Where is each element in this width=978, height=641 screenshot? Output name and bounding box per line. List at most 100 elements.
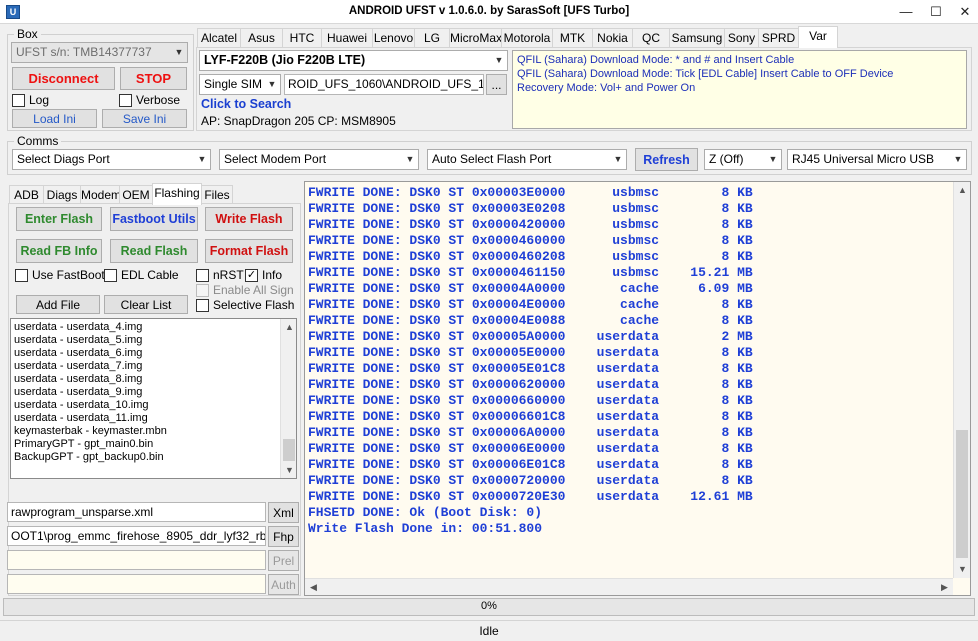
scroll-up-icon[interactable]: ▲ xyxy=(954,182,970,199)
read-flash-button[interactable]: Read Flash xyxy=(110,239,198,263)
log-console[interactable]: FWRITE DONE: DSK0 ST 0x00003E0000 usbmsc… xyxy=(304,181,971,596)
write-flash-button[interactable]: Write Flash xyxy=(205,207,293,231)
nrst-label: nRST xyxy=(213,268,244,282)
xml-path-input[interactable]: rawprogram_unsparse.xml xyxy=(7,502,266,522)
log-horizontal-scrollbar[interactable]: ◀ ▶ xyxy=(305,578,953,595)
log-checkbox[interactable]: Log xyxy=(12,93,49,107)
tab-htc[interactable]: HTC xyxy=(282,28,322,48)
file-list[interactable]: userdata - userdata_4.img userdata - user… xyxy=(10,318,297,479)
verbose-checkbox[interactable]: Verbose xyxy=(119,93,180,107)
enable-all-sign-checkbox[interactable]: Enable All Sign xyxy=(196,283,294,297)
tab-alcatel[interactable]: Alcatel xyxy=(197,28,241,48)
xml-button[interactable]: Xml xyxy=(268,502,299,523)
tab-lg[interactable]: LG xyxy=(414,28,450,48)
tab-sony[interactable]: Sony xyxy=(724,28,759,48)
tab-asus[interactable]: Asus xyxy=(240,28,283,48)
auth-button[interactable]: Auth xyxy=(268,574,299,595)
fastboot-utils-button[interactable]: Fastboot Utils xyxy=(110,207,198,231)
list-item[interactable]: userdata - userdata_7.img xyxy=(14,360,167,373)
model-select[interactable]: LYF-F220B (Jio F220B LTE) ▼ xyxy=(199,50,508,71)
firmware-path-input[interactable]: ROID_UFS_1060\ANDROID_UFS_1060 xyxy=(284,74,484,95)
tab-flashing[interactable]: Flashing xyxy=(152,183,202,205)
scroll-up-icon[interactable]: ▲ xyxy=(281,319,296,335)
load-ini-button[interactable]: Load Ini xyxy=(12,109,97,128)
click-to-search-link[interactable]: Click to Search xyxy=(201,97,291,111)
list-item[interactable]: userdata - userdata_10.img xyxy=(14,399,167,412)
tab-modem[interactable]: Modem xyxy=(80,185,121,205)
refresh-button[interactable]: Refresh xyxy=(635,148,698,171)
scroll-left-icon[interactable]: ◀ xyxy=(305,579,322,595)
tab-mtk[interactable]: MTK xyxy=(552,28,593,48)
tab-adb[interactable]: ADB xyxy=(9,185,44,205)
cpu-info: AP: SnapDragon 205 CP: MSM8905 xyxy=(201,114,396,128)
log-line: FWRITE DONE: DSK0 ST 0x0000620000 userda… xyxy=(308,377,753,392)
tab-var[interactable]: Var xyxy=(798,26,838,48)
scroll-right-icon[interactable]: ▶ xyxy=(936,579,953,595)
log-line: FWRITE DONE: DSK0 ST 0x0000460208 usbmsc… xyxy=(308,249,753,264)
scroll-down-icon[interactable]: ▼ xyxy=(954,561,970,578)
list-item[interactable]: userdata - userdata_11.img xyxy=(14,412,167,425)
tab-motorola[interactable]: Motorola xyxy=(501,28,553,48)
use-fastboot-label: Use FastBoot xyxy=(32,268,105,282)
tab-nokia[interactable]: Nokia xyxy=(592,28,633,48)
enter-flash-button[interactable]: Enter Flash xyxy=(16,207,102,231)
fhp-button[interactable]: Fhp xyxy=(268,526,299,547)
minimize-button[interactable]: — xyxy=(891,0,921,24)
modem-port-select[interactable]: Select Modem Port ▼ xyxy=(219,149,419,170)
prel-button[interactable]: Prel xyxy=(268,550,299,571)
tab-lenovo[interactable]: Lenovo xyxy=(372,28,415,48)
selective-flash-label: Selective Flash xyxy=(213,298,295,312)
tab-huawei[interactable]: Huawei xyxy=(321,28,373,48)
browse-button[interactable]: ... xyxy=(486,74,507,95)
checkbox-box xyxy=(196,283,209,297)
flash-port-select[interactable]: Auto Select Flash Port ▼ xyxy=(427,149,627,170)
list-item[interactable]: userdata - userdata_8.img xyxy=(14,373,167,386)
format-flash-button[interactable]: Format Flash xyxy=(205,239,293,263)
tab-samsung[interactable]: Samsung xyxy=(669,28,725,48)
scroll-thumb[interactable] xyxy=(283,439,295,461)
list-item[interactable]: PrimaryGPT - gpt_main0.bin xyxy=(14,438,167,451)
disconnect-button[interactable]: Disconnect xyxy=(12,67,115,90)
edl-cable-checkbox[interactable]: EDL Cable xyxy=(104,268,179,282)
nrst-checkbox[interactable]: nRST xyxy=(196,268,244,282)
file-list-scrollbar[interactable]: ▲ ▼ xyxy=(280,319,296,478)
info-checkbox[interactable]: ✓ Info xyxy=(245,268,282,282)
serial-value: UFST s/n: TMB14377737 xyxy=(16,45,152,59)
list-item[interactable]: userdata - userdata_6.img xyxy=(14,347,167,360)
prel-path-input[interactable] xyxy=(7,550,266,570)
tab-files[interactable]: Files xyxy=(201,185,233,205)
status-text: Idle xyxy=(479,624,499,638)
scroll-thumb[interactable] xyxy=(956,430,968,558)
tab-sprd[interactable]: SPRD xyxy=(758,28,799,48)
info-label: Info xyxy=(262,268,283,282)
sim-select[interactable]: Single SIM ▼ xyxy=(199,74,281,95)
read-fb-info-button[interactable]: Read FB Info xyxy=(16,239,102,263)
stop-button[interactable]: STOP xyxy=(120,67,187,90)
use-fastboot-checkbox[interactable]: Use FastBoot xyxy=(15,268,105,282)
z-select[interactable]: Z (Off) ▼ xyxy=(704,149,782,170)
log-vertical-scrollbar[interactable]: ▲ ▼ xyxy=(953,182,970,578)
firehose-path-input[interactable]: OOT1\prog_emmc_firehose_8905_ddr_lyf32_r… xyxy=(7,526,266,546)
selective-flash-checkbox[interactable]: Selective Flash xyxy=(196,298,294,312)
tab-micromax[interactable]: MicroMax xyxy=(449,28,502,48)
cable-value: RJ45 Universal Micro USB xyxy=(792,152,935,166)
clear-list-button[interactable]: Clear List xyxy=(104,295,188,314)
save-ini-button[interactable]: Save Ini xyxy=(102,109,187,128)
list-item[interactable]: userdata - userdata_4.img xyxy=(14,321,167,334)
log-line: FWRITE DONE: DSK0 ST 0x0000420000 usbmsc… xyxy=(308,217,753,232)
list-item[interactable]: userdata - userdata_9.img xyxy=(14,386,167,399)
list-item[interactable]: BackupGPT - gpt_backup0.bin xyxy=(14,451,167,464)
tab-qc[interactable]: QC xyxy=(632,28,670,48)
auth-path-input[interactable] xyxy=(7,574,266,594)
tab-oem[interactable]: OEM xyxy=(119,185,153,205)
close-button[interactable]: ✕ xyxy=(950,0,978,24)
list-item[interactable]: keymasterbak - keymaster.mbn xyxy=(14,425,167,438)
tab-diags[interactable]: Diags xyxy=(43,185,81,205)
serial-select[interactable]: UFST s/n: TMB14377737 ▼ xyxy=(11,42,188,63)
list-item[interactable]: userdata - userdata_5.img xyxy=(14,334,167,347)
scroll-down-icon[interactable]: ▼ xyxy=(281,462,296,478)
diags-port-select[interactable]: Select Diags Port ▼ xyxy=(12,149,211,170)
add-file-button[interactable]: Add File xyxy=(16,295,100,314)
cable-select[interactable]: RJ45 Universal Micro USB ▼ xyxy=(787,149,967,170)
maximize-button[interactable]: ☐ xyxy=(921,0,951,24)
